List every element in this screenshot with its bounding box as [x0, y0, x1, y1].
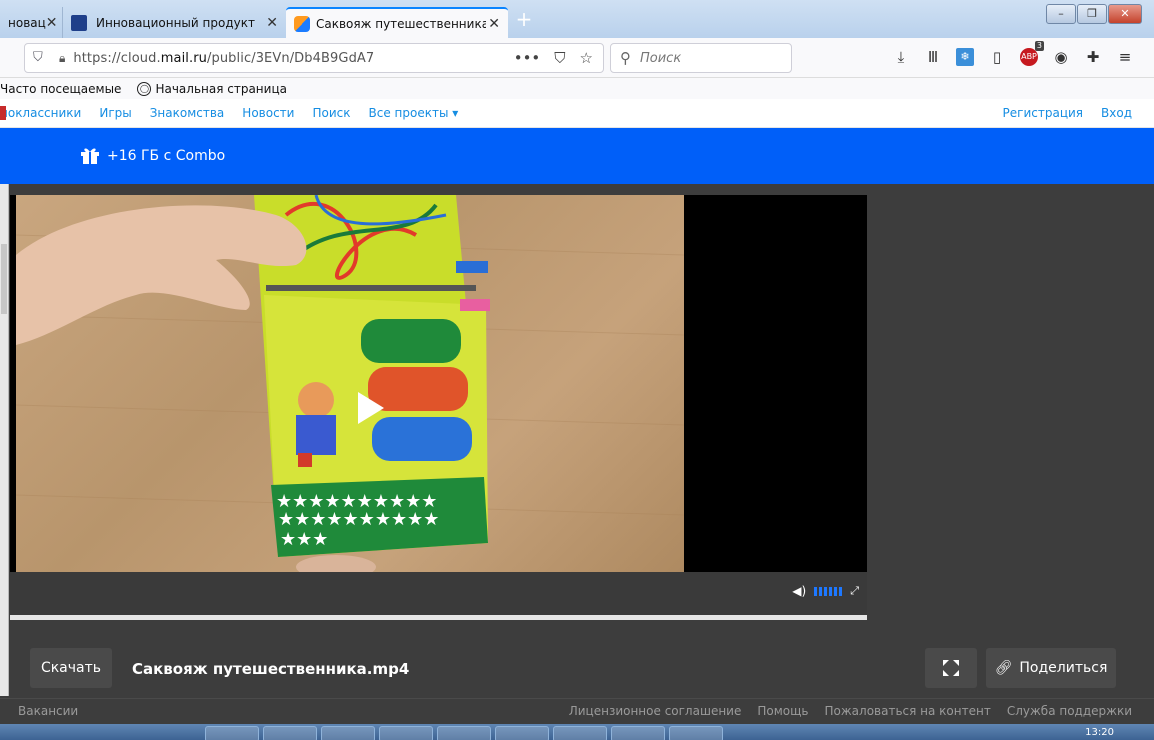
sidebar-icon[interactable]: ▯	[988, 48, 1006, 66]
promo-combo-link[interactable]: +16 ГБ с Combo	[107, 148, 225, 164]
footer-report-link[interactable]: Пожаловаться на контент	[825, 704, 991, 718]
tab-innovation-product[interactable]: Инновационный продукт ✕	[62, 7, 286, 38]
library-icon[interactable]: Ⅲ	[924, 48, 942, 66]
footer-vacancies-link[interactable]: Вакансии	[18, 704, 78, 718]
taskbar-app-icon[interactable]	[553, 726, 607, 740]
tab-close-icon[interactable]: ✕	[266, 15, 278, 31]
portal-link-games[interactable]: Игры	[99, 106, 131, 120]
link-icon: 🔗︎	[994, 660, 1013, 676]
taskbar-app-icon[interactable]	[263, 726, 317, 740]
left-scrollbar[interactable]	[0, 184, 9, 696]
bookmark-star-icon[interactable]: ☆	[580, 49, 593, 67]
tab-label: новац	[8, 15, 46, 30]
portal-link-news[interactable]: Новости	[242, 106, 294, 120]
svg-text:★★★★★★★★★★: ★★★★★★★★★★	[278, 509, 439, 530]
taskbar-app-icon[interactable]	[321, 726, 375, 740]
download-button[interactable]: Скачать	[30, 648, 112, 688]
extensions-icon[interactable]: ✚	[1084, 48, 1102, 66]
scrollbar-thumb[interactable]	[1, 244, 7, 314]
taskbar-clock[interactable]: 13:20	[1085, 727, 1114, 738]
share-label: Поделиться	[1019, 660, 1108, 676]
footer-help-link[interactable]: Помощь	[757, 704, 808, 718]
browser-nav-bar: ⛉ 🔒︎ https://cloud.mail.ru/public/3EVn/D…	[0, 38, 1154, 78]
os-taskbar: 13:20	[0, 724, 1154, 740]
portal-link-odnoklassniki[interactable]: ноклассники	[0, 106, 81, 120]
search-icon: ⚲	[620, 49, 631, 67]
portal-menu: ноклассники Игры Знакомства Новости Поис…	[0, 99, 1154, 128]
footer-support-link[interactable]: Служба поддержки	[1007, 704, 1132, 718]
close-window-button[interactable]: ✕	[1108, 4, 1142, 24]
svg-text:★★★: ★★★	[280, 529, 328, 550]
search-box[interactable]: ⚲ Поиск	[610, 43, 792, 73]
adblock-badge: 3	[1034, 41, 1044, 51]
url-actions: ••• ⛉ ☆	[514, 49, 593, 67]
cloud-mail-favicon-icon	[294, 15, 310, 32]
adblock-icon[interactable]: ABP 3	[1020, 41, 1044, 66]
login-link[interactable]: Вход	[1101, 106, 1132, 120]
play-icon[interactable]	[356, 390, 386, 426]
download-icon[interactable]: ⤓	[892, 48, 910, 66]
volume-icon[interactable]: ◀︎)	[792, 584, 806, 598]
browser-toolbar: ⤓ Ⅲ ❄ ▯ ABP 3 ◉ ✚ ≡	[892, 41, 1134, 66]
volume-slider[interactable]	[814, 586, 843, 596]
register-link[interactable]: Регистрация	[1003, 106, 1083, 120]
tab-close-icon[interactable]: ✕	[488, 16, 500, 32]
browser-tab-bar: новац ✕ Инновационный продукт ✕ Саквояж …	[0, 0, 1154, 38]
tab-label: Инновационный продукт	[96, 15, 255, 30]
tab-close-icon[interactable]: ✕	[46, 15, 58, 31]
taskbar-app-icon[interactable]	[379, 726, 433, 740]
taskbar-app-icon[interactable]	[205, 726, 259, 740]
pocket-icon[interactable]: ⛉	[554, 49, 565, 67]
taskbar-app-icon[interactable]	[669, 726, 723, 740]
bookmark-frequent[interactable]: Часто посещаемые	[0, 82, 121, 96]
fullscreen-expand-icon[interactable]: ⤢	[850, 584, 859, 598]
restore-button[interactable]: ❐	[1077, 4, 1107, 24]
footer: Вакансии Лицензионное соглашение Помощь …	[0, 698, 1154, 724]
bookmarks-bar: Часто посещаемые ◯ Начальная страница	[0, 78, 1154, 99]
taskbar-app-icon[interactable]	[437, 726, 491, 740]
video-still-image: ★★★★★★★★★★ ★★★★★★★★★★ ★★★	[16, 195, 684, 572]
progress-bar[interactable]	[10, 615, 867, 620]
page-actions-menu-icon[interactable]: •••	[514, 49, 541, 67]
player-controls: ◀︎) ⤢	[10, 572, 867, 620]
taskbar-app-icon[interactable]	[495, 726, 549, 740]
file-action-bar: Скачать Саквояж путешественника.mp4 🔗︎ П…	[0, 640, 1154, 696]
tracking-shield-icon[interactable]: ⛉	[33, 50, 47, 66]
tab-favicon-icon	[71, 14, 87, 31]
gift-icon[interactable]	[80, 145, 100, 165]
hamburger-menu-icon[interactable]: ≡	[1116, 48, 1134, 66]
portal-link-all-projects[interactable]: Все проекты ▾	[368, 106, 458, 120]
account-icon[interactable]: ◉	[1052, 48, 1070, 66]
fullscreen-button[interactable]	[925, 648, 977, 688]
promo-bar: +16 ГБ с Combo	[0, 128, 1154, 184]
new-tab-plus-icon[interactable]: +	[512, 8, 536, 32]
tab-active-video[interactable]: Саквояж путешественника.mp4 ✕	[286, 7, 508, 38]
file-name: Саквояж путешественника.mp4	[132, 660, 410, 678]
minimize-button[interactable]: –	[1046, 4, 1076, 24]
search-placeholder: Поиск	[640, 50, 682, 66]
share-button[interactable]: 🔗︎ Поделиться	[986, 648, 1116, 688]
window-controls: – ❐ ✕	[1046, 4, 1142, 24]
snowflake-addon-icon[interactable]: ❄	[956, 48, 974, 66]
bookmark-home[interactable]: ◯ Начальная страница	[131, 81, 287, 96]
video-player[interactable]: ★★★★★★★★★★ ★★★★★★★★★★ ★★★ ◀︎) ⤢	[10, 195, 867, 620]
globe-icon: ◯	[137, 81, 152, 96]
fullscreen-icon	[943, 660, 959, 676]
taskbar-app-icon[interactable]	[611, 726, 665, 740]
address-bar[interactable]: ⛉ 🔒︎ https://cloud.mail.ru/public/3EVn/D…	[24, 43, 604, 73]
footer-license-link[interactable]: Лицензионное соглашение	[569, 704, 742, 718]
tab-partial[interactable]: новац ✕	[0, 7, 62, 38]
portal-link-search[interactable]: Поиск	[312, 106, 350, 120]
page-edge-marker	[0, 106, 6, 120]
lock-icon[interactable]: 🔒︎	[59, 51, 65, 66]
video-frame[interactable]: ★★★★★★★★★★ ★★★★★★★★★★ ★★★	[16, 195, 684, 572]
portal-link-dating[interactable]: Знакомства	[150, 106, 225, 120]
tab-label: Саквояж путешественника.mp4	[316, 16, 486, 31]
url-text[interactable]: https://cloud.mail.ru/public/3EVn/Db4B9G…	[73, 51, 374, 66]
